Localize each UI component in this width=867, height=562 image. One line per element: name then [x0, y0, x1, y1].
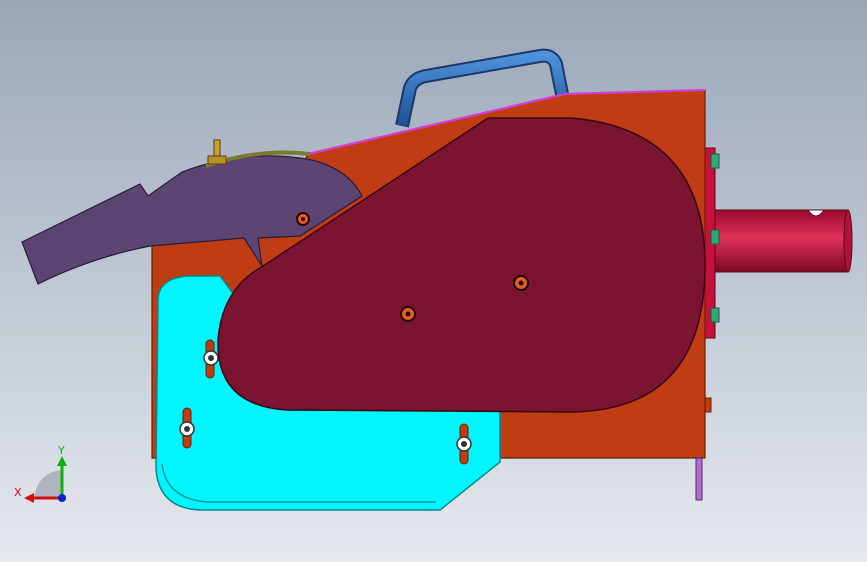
y-axis-label: Y — [57, 444, 65, 457]
cad-viewport[interactable]: Y X — [0, 0, 867, 562]
orientation-triad: Y X — [14, 444, 67, 503]
x-axis-arrow — [24, 493, 34, 503]
z-axis-dot — [58, 494, 66, 502]
x-axis-label: X — [14, 486, 22, 499]
y-axis-arrow — [57, 456, 67, 466]
